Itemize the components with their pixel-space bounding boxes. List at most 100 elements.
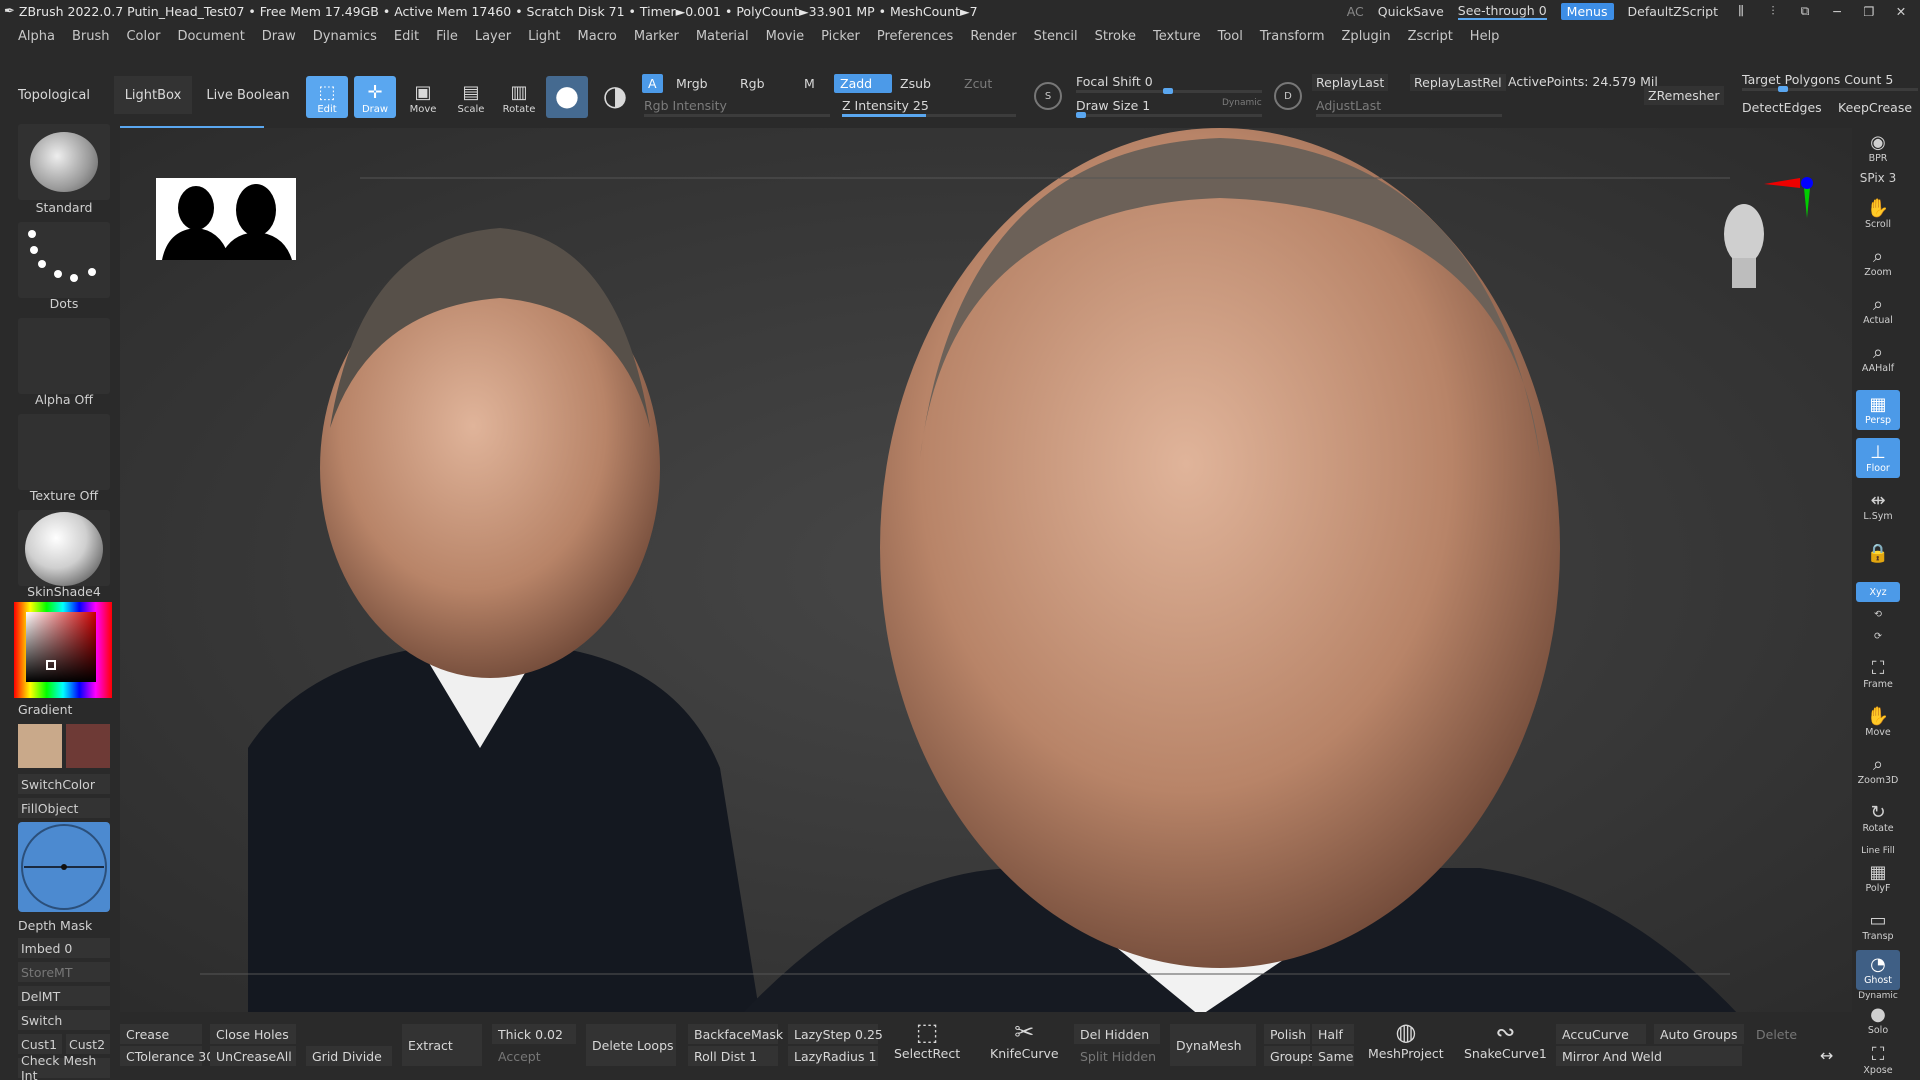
layout-icon[interactable]: ⫼ — [1732, 3, 1750, 19]
layout2-icon[interactable]: ⫶ — [1764, 3, 1782, 19]
delete-button[interactable]: Delete — [1750, 1024, 1840, 1044]
roll-dist-slider[interactable]: Roll Dist 1 — [688, 1046, 778, 1066]
del-mt-button[interactable]: DelMT — [18, 986, 110, 1006]
dynamesh-button[interactable]: DynaMesh — [1170, 1024, 1256, 1066]
store-mt-button[interactable]: StoreMT — [18, 962, 110, 982]
menu-draw[interactable]: Draw — [262, 29, 296, 44]
delete-loops-button[interactable]: Delete Loops — [586, 1024, 676, 1066]
move-view-button[interactable]: ✋ Move — [1856, 702, 1900, 742]
del-hidden-button[interactable]: Del Hidden — [1074, 1024, 1160, 1044]
lazy-radius-slider[interactable]: LazyRadius 1 — [788, 1046, 878, 1066]
menu-texture[interactable]: Texture — [1153, 29, 1201, 44]
uncrease-all-button[interactable]: UnCreaseAll — [210, 1046, 296, 1066]
zadd-toggle[interactable]: Zadd — [834, 74, 892, 93]
replay-last-rel-button[interactable]: ReplayLastRel — [1410, 74, 1506, 91]
default-zscript-button[interactable]: DefaultZScript — [1628, 4, 1719, 19]
groups-button[interactable]: Groups — [1264, 1046, 1315, 1066]
menu-movie[interactable]: Movie — [766, 29, 804, 44]
menu-zplugin[interactable]: Zplugin — [1342, 29, 1391, 44]
menu-render[interactable]: Render — [970, 29, 1016, 44]
zremesher-button[interactable]: ZRemesher — [1644, 86, 1724, 105]
polyf-button[interactable]: ▦ PolyF — [1856, 858, 1900, 898]
actual-button[interactable]: ⌕ Actual — [1856, 290, 1900, 330]
accu-curve-button[interactable]: AccuCurve — [1556, 1024, 1646, 1044]
focal-shift-knob[interactable] — [1163, 88, 1173, 94]
m-toggle[interactable]: M — [804, 76, 815, 91]
polish-button[interactable]: Polish — [1264, 1024, 1310, 1044]
lock-button[interactable]: 🔒 — [1856, 534, 1900, 574]
scroll-button[interactable]: ✋ Scroll — [1856, 194, 1900, 234]
menu-dynamics[interactable]: Dynamics — [313, 29, 377, 44]
zoom3d-button[interactable]: ⌕ Zoom3D — [1856, 750, 1900, 790]
zcut-toggle[interactable]: Zcut — [964, 76, 992, 91]
grid-divide-button[interactable]: Grid Divide — [306, 1046, 392, 1066]
y-rotate-button[interactable]: ⟲ — [1856, 604, 1900, 624]
stroke-picker[interactable] — [18, 222, 110, 298]
primary-color-swatch[interactable] — [18, 724, 62, 768]
move-tool-button[interactable]: ▣ Move — [402, 76, 444, 118]
menu-zscript[interactable]: Zscript — [1408, 29, 1453, 44]
half-button[interactable]: Half — [1312, 1024, 1354, 1044]
focal-shift-slider[interactable]: Focal Shift 0 — [1076, 74, 1153, 89]
zoom-button[interactable]: ⌕ Zoom — [1856, 242, 1900, 282]
menu-transform[interactable]: Transform — [1260, 29, 1325, 44]
menu-preferences[interactable]: Preferences — [877, 29, 953, 44]
z-intensity-slider[interactable]: Z Intensity 25 — [842, 98, 929, 113]
detect-edges-button[interactable]: DetectEdges — [1742, 100, 1822, 115]
secondary-color-swatch[interactable] — [66, 724, 110, 768]
aahalf-button[interactable]: ⌕ AAHalf — [1856, 338, 1900, 378]
same-button[interactable]: Same — [1312, 1046, 1354, 1066]
rotate-view-button[interactable]: ↻ Rotate — [1856, 798, 1900, 838]
rgb-toggle[interactable]: Rgb — [740, 76, 765, 91]
target-polygons-knob[interactable] — [1778, 86, 1788, 92]
a-toggle[interactable]: A — [642, 74, 663, 93]
persp-button[interactable]: ▦ Persp — [1856, 390, 1900, 430]
z-rotate-button[interactable]: ⟳ — [1856, 626, 1900, 646]
focal-shift-icon[interactable]: S — [1034, 82, 1062, 110]
draw-tool-button[interactable]: ✛ Draw — [354, 76, 396, 118]
snake-curve-button[interactable]: ∾ SnakeCurve1 — [1464, 1018, 1547, 1061]
menu-edit[interactable]: Edit — [394, 29, 419, 44]
see-through-slider[interactable]: See-through 0 — [1457, 3, 1547, 20]
spix-slider[interactable]: SPix 3 — [1856, 168, 1900, 188]
close-holes-button[interactable]: Close Holes — [210, 1024, 296, 1044]
ghost-button[interactable]: ◔ Ghost — [1856, 950, 1900, 990]
close-icon[interactable]: ✕ — [1892, 4, 1910, 19]
depth-mask-curve[interactable] — [18, 822, 110, 912]
document-canvas[interactable] — [120, 128, 1852, 1016]
minimize-icon[interactable]: ─ — [1828, 4, 1846, 19]
edit-tool-button[interactable]: ⬚ Edit — [306, 76, 348, 118]
check-mesh-button[interactable]: Check Mesh Int — [18, 1053, 110, 1080]
solo-button[interactable]: ● Solo — [1856, 1000, 1900, 1040]
floor-button[interactable]: ⊥ Floor — [1856, 438, 1900, 478]
material-sphere-button[interactable]: ● — [546, 76, 588, 118]
lightbox-button[interactable]: LightBox — [114, 76, 192, 114]
window-icon[interactable]: ⧉ — [1796, 3, 1814, 19]
menu-material[interactable]: Material — [696, 29, 749, 44]
gyro-sphere-button[interactable]: ◑ — [594, 76, 636, 118]
xpose-button[interactable]: ⛶ Xpose — [1856, 1040, 1900, 1080]
axis-gizmo[interactable] — [1760, 174, 1820, 234]
menu-stencil[interactable]: Stencil — [1034, 29, 1078, 44]
split-hidden-button[interactable]: Split Hidden — [1074, 1046, 1160, 1066]
menu-document[interactable]: Document — [177, 29, 244, 44]
draw-size-knob[interactable] — [1076, 112, 1086, 118]
brush-picker[interactable] — [18, 124, 110, 200]
menu-light[interactable]: Light — [528, 29, 560, 44]
mirror-and-weld-button[interactable]: Mirror And Weld — [1556, 1046, 1742, 1066]
xyz-button[interactable]: Xyz — [1856, 582, 1900, 602]
bpr-button[interactable]: ◉ BPR — [1856, 128, 1900, 168]
accept-button[interactable]: Accept — [492, 1046, 576, 1066]
menu-picker[interactable]: Picker — [821, 29, 860, 44]
texture-picker[interactable] — [18, 414, 110, 490]
lsym-button[interactable]: ⇹ L.Sym — [1856, 486, 1900, 526]
material-picker[interactable] — [18, 510, 110, 586]
knife-curve-button[interactable]: ✂ KnifeCurve — [990, 1018, 1059, 1061]
cust2-button[interactable]: Cust2 — [66, 1034, 110, 1054]
draw-size-slider[interactable]: Draw Size 1 — [1076, 98, 1150, 113]
color-picker-cursor[interactable] — [46, 660, 56, 670]
menu-color[interactable]: Color — [126, 29, 160, 44]
silhouette-thumbnail[interactable] — [156, 178, 296, 260]
crease-button[interactable]: Crease — [120, 1024, 202, 1044]
menu-alpha[interactable]: Alpha — [18, 29, 55, 44]
